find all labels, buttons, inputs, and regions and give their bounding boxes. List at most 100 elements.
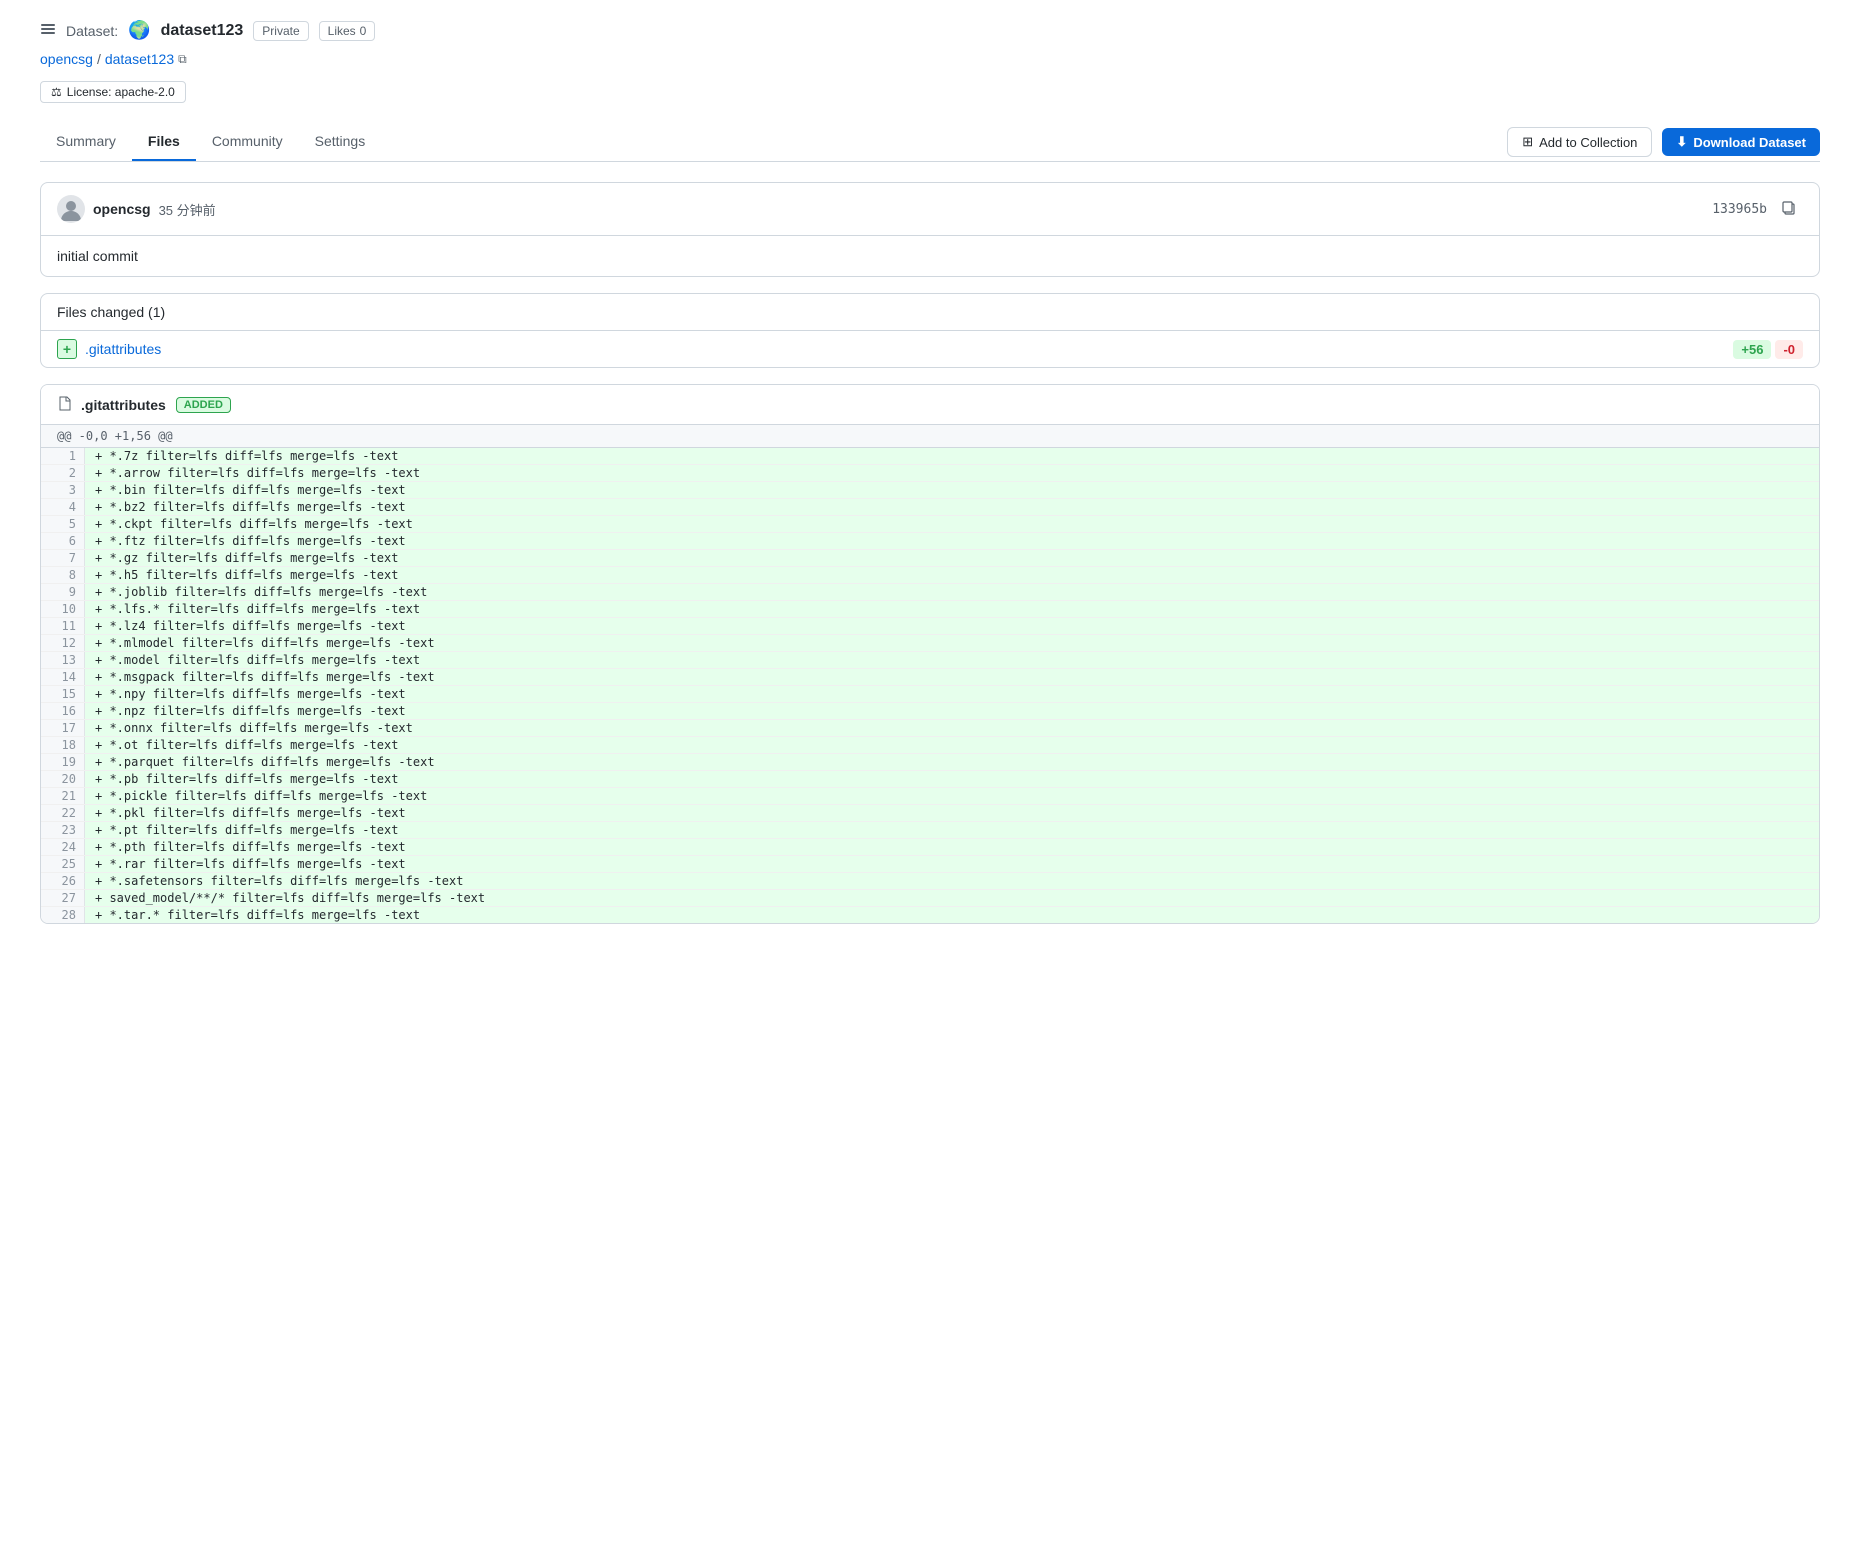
file-name-link[interactable]: .gitattributes [85, 341, 161, 357]
breadcrumb-repo[interactable]: dataset123 [105, 51, 174, 67]
line-code: + *.rar filter=lfs diff=lfs merge=lfs -t… [85, 856, 1819, 872]
line-number: 3 [41, 482, 85, 498]
diff-line-row: 8 + *.h5 filter=lfs diff=lfs merge=lfs -… [41, 567, 1819, 584]
copy-link-icon[interactable]: ⧉ [178, 52, 187, 67]
line-number: 16 [41, 703, 85, 719]
add-to-collection-label: Add to Collection [1539, 135, 1637, 150]
license-label: License: apache-2.0 [67, 85, 175, 99]
author-name: opencsg [93, 201, 151, 217]
line-code: + *.h5 filter=lfs diff=lfs merge=lfs -te… [85, 567, 1819, 583]
line-number: 22 [41, 805, 85, 821]
line-code: + *.model filter=lfs diff=lfs merge=lfs … [85, 652, 1819, 668]
commit-message: initial commit [41, 236, 1819, 276]
line-number: 17 [41, 720, 85, 736]
diff-line-row: 13 + *.model filter=lfs diff=lfs merge=l… [41, 652, 1819, 669]
diff-file-name: .gitattributes [81, 397, 166, 413]
commit-time: 35 分钟前 [159, 200, 216, 219]
avatar [57, 195, 85, 223]
diff-line-row: 17 + *.onnx filter=lfs diff=lfs merge=lf… [41, 720, 1819, 737]
commit-header: opencsg 35 分钟前 133965b [41, 183, 1819, 236]
breadcrumb-org[interactable]: opencsg [40, 51, 93, 67]
line-code: + *.safetensors filter=lfs diff=lfs merg… [85, 873, 1819, 889]
line-number: 4 [41, 499, 85, 515]
diff-line-row: 5 + *.ckpt filter=lfs diff=lfs merge=lfs… [41, 516, 1819, 533]
diff-line-row: 25 + *.rar filter=lfs diff=lfs merge=lfs… [41, 856, 1819, 873]
diff-hunk-header: @@ -0,0 +1,56 @@ [41, 425, 1819, 448]
commit-author: opencsg 35 分钟前 [57, 195, 216, 223]
diff-line-row: 2 + *.arrow filter=lfs diff=lfs merge=lf… [41, 465, 1819, 482]
diff-line-row: 24 + *.pth filter=lfs diff=lfs merge=lfs… [41, 839, 1819, 856]
tab-settings[interactable]: Settings [299, 123, 382, 161]
header-row: Dataset: 🌍 dataset123 Private Likes 0 [40, 20, 1820, 41]
diff-line-row: 15 + *.npy filter=lfs diff=lfs merge=lfs… [41, 686, 1819, 703]
line-number: 6 [41, 533, 85, 549]
line-code: + saved_model/**/* filter=lfs diff=lfs m… [85, 890, 1819, 906]
line-code: + *.bin filter=lfs diff=lfs merge=lfs -t… [85, 482, 1819, 498]
line-number: 19 [41, 754, 85, 770]
hash-copy: 133965b [1712, 198, 1803, 221]
line-code: + *.mlmodel filter=lfs diff=lfs merge=lf… [85, 635, 1819, 651]
dataset-name: dataset123 [161, 22, 244, 40]
dataset-icon [40, 21, 56, 40]
expand-file-button[interactable]: + [57, 339, 77, 359]
line-code: + *.npz filter=lfs diff=lfs merge=lfs -t… [85, 703, 1819, 719]
tab-actions: ⊞ Add to Collection ⬇ Download Dataset [1507, 127, 1820, 157]
diff-line-row: 10 + *.lfs.* filter=lfs diff=lfs merge=l… [41, 601, 1819, 618]
line-code: + *.arrow filter=lfs diff=lfs merge=lfs … [85, 465, 1819, 481]
line-code: + *.npy filter=lfs diff=lfs merge=lfs -t… [85, 686, 1819, 702]
line-number: 24 [41, 839, 85, 855]
tab-files[interactable]: Files [132, 123, 196, 161]
diff-body: 1 + *.7z filter=lfs diff=lfs merge=lfs -… [41, 448, 1819, 923]
line-number: 18 [41, 737, 85, 753]
tab-community[interactable]: Community [196, 123, 299, 161]
diff-line-row: 3 + *.bin filter=lfs diff=lfs merge=lfs … [41, 482, 1819, 499]
diff-line-row: 1 + *.7z filter=lfs diff=lfs merge=lfs -… [41, 448, 1819, 465]
tab-summary[interactable]: Summary [40, 123, 132, 161]
files-changed-header: Files changed (1) [41, 294, 1819, 331]
diff-line-row: 16 + *.npz filter=lfs diff=lfs merge=lfs… [41, 703, 1819, 720]
line-number: 27 [41, 890, 85, 906]
line-number: 5 [41, 516, 85, 532]
copy-hash-button[interactable] [1775, 198, 1803, 221]
line-code: + *.lfs.* filter=lfs diff=lfs merge=lfs … [85, 601, 1819, 617]
diff-line-row: 11 + *.lz4 filter=lfs diff=lfs merge=lfs… [41, 618, 1819, 635]
files-changed-bar: Files changed (1) + .gitattributes +56 -… [40, 293, 1820, 368]
likes-count: 0 [360, 24, 367, 38]
line-number: 8 [41, 567, 85, 583]
collection-icon: ⊞ [1522, 134, 1533, 150]
line-code: + *.pb filter=lfs diff=lfs merge=lfs -te… [85, 771, 1819, 787]
likes-label: Likes [328, 24, 356, 38]
diff-line-row: 27 + saved_model/**/* filter=lfs diff=lf… [41, 890, 1819, 907]
diff-line-row: 6 + *.ftz filter=lfs diff=lfs merge=lfs … [41, 533, 1819, 550]
deletions-count: -0 [1775, 340, 1803, 359]
commit-hash: 133965b [1712, 202, 1767, 217]
content-area: opencsg 35 分钟前 133965b initial commit Fi… [40, 182, 1820, 924]
tabs-bar: Summary Files Community Settings ⊞ Add t… [40, 123, 1820, 162]
added-badge: ADDED [176, 397, 231, 413]
line-number: 13 [41, 652, 85, 668]
diff-file-header: .gitattributes ADDED [41, 385, 1819, 425]
diff-line-row: 18 + *.ot filter=lfs diff=lfs merge=lfs … [41, 737, 1819, 754]
line-code: + *.pkl filter=lfs diff=lfs merge=lfs -t… [85, 805, 1819, 821]
line-code: + *.pth filter=lfs diff=lfs merge=lfs -t… [85, 839, 1819, 855]
license-tag: ⚖ License: apache-2.0 [40, 81, 186, 103]
line-number: 23 [41, 822, 85, 838]
likes-badge: Likes 0 [319, 21, 376, 41]
download-dataset-button[interactable]: ⬇ Download Dataset [1662, 128, 1820, 156]
line-code: + *.pickle filter=lfs diff=lfs merge=lfs… [85, 788, 1819, 804]
diff-line-row: 19 + *.parquet filter=lfs diff=lfs merge… [41, 754, 1819, 771]
add-to-collection-button[interactable]: ⊞ Add to Collection [1507, 127, 1652, 157]
line-code: + *.pt filter=lfs diff=lfs merge=lfs -te… [85, 822, 1819, 838]
diff-line-row: 20 + *.pb filter=lfs diff=lfs merge=lfs … [41, 771, 1819, 788]
line-code: + *.bz2 filter=lfs diff=lfs merge=lfs -t… [85, 499, 1819, 515]
line-code: + *.msgpack filter=lfs diff=lfs merge=lf… [85, 669, 1819, 685]
line-code: + *.onnx filter=lfs diff=lfs merge=lfs -… [85, 720, 1819, 736]
file-row: + .gitattributes +56 -0 [41, 331, 1819, 367]
commit-card: opencsg 35 分钟前 133965b initial commit [40, 182, 1820, 277]
diff-line-row: 7 + *.gz filter=lfs diff=lfs merge=lfs -… [41, 550, 1819, 567]
line-number: 26 [41, 873, 85, 889]
line-code: + *.gz filter=lfs diff=lfs merge=lfs -te… [85, 550, 1819, 566]
line-number: 1 [41, 448, 85, 464]
diff-line-row: 21 + *.pickle filter=lfs diff=lfs merge=… [41, 788, 1819, 805]
license-icon: ⚖ [51, 85, 62, 99]
